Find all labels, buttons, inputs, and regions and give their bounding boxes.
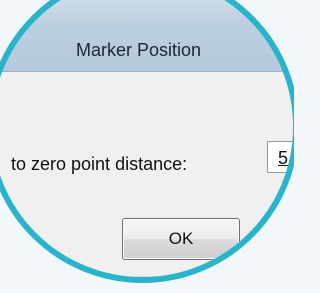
magnifier-ring: Marker Position to zero point distance: … [0,0,294,283]
zero-point-distance-label: to zero point distance: [11,154,188,174]
ok-button-label: OK [168,229,194,248]
dialog-bottom-edge [0,276,293,277]
titlebar-gloss [0,0,293,21]
cancel-button-partial[interactable] [282,218,293,260]
dialog-titlebar[interactable]: Marker Position [0,0,293,72]
zero-point-distance-input[interactable]: 5 [267,141,293,173]
zoom-callout: Marker Position to zero point distance: … [0,0,294,293]
marker-position-dialog: Marker Position to zero point distance: … [0,0,293,277]
zero-point-distance-value: 5 [278,148,289,168]
dialog-title: Marker Position [76,40,202,60]
ok-button[interactable]: OK [122,218,240,260]
